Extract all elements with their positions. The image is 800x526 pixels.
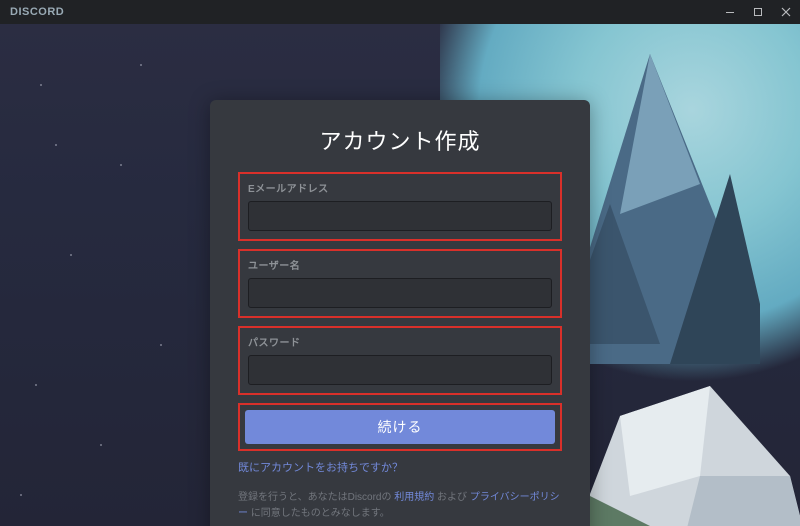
maximize-icon[interactable] [744,0,772,24]
star-icon [70,254,72,256]
password-label: パスワード [248,334,552,349]
star-icon [35,384,37,386]
legal-post: に同意したものとみなします。 [248,508,390,519]
star-icon [160,344,162,346]
password-input[interactable] [248,355,552,385]
titlebar: DISCORD [0,0,800,24]
close-icon[interactable] [772,0,800,24]
star-icon [40,84,42,86]
star-icon [20,494,22,496]
brand-text: DISCORD [10,6,64,18]
username-field-group: ユーザー名 [238,249,562,318]
app-window: DISCORD [0,0,800,526]
password-field-group: パスワード [238,326,562,395]
tos-link[interactable]: 利用規約 [394,492,434,503]
already-have-account-link[interactable]: 既にアカウントをお持ちですか？ [238,459,403,475]
username-label: ユーザー名 [248,257,552,272]
continue-highlight: 続ける [238,403,562,451]
legal-pre: 登録を行うと、あなたはDiscordの [238,492,394,503]
star-icon [55,144,57,146]
star-icon [100,444,102,446]
continue-button[interactable]: 続ける [245,410,555,444]
minimize-icon[interactable] [716,0,744,24]
register-card: アカウント作成 Eメールアドレス ユーザー名 パスワード 続ける 既にアカウント… [210,100,590,526]
email-field-group: Eメールアドレス [238,172,562,241]
legal-text: 登録を行うと、あなたはDiscordの 利用規約 および プライバシーポリシー … [238,490,562,522]
rock-art [560,296,800,526]
card-title: アカウント作成 [238,124,562,156]
star-icon [120,164,122,166]
content-area: アカウント作成 Eメールアドレス ユーザー名 パスワード 続ける 既にアカウント… [0,24,800,526]
email-input[interactable] [248,201,552,231]
window-controls [716,0,800,24]
star-icon [140,64,142,66]
username-input[interactable] [248,278,552,308]
legal-mid: および [434,492,470,503]
email-label: Eメールアドレス [248,180,552,195]
